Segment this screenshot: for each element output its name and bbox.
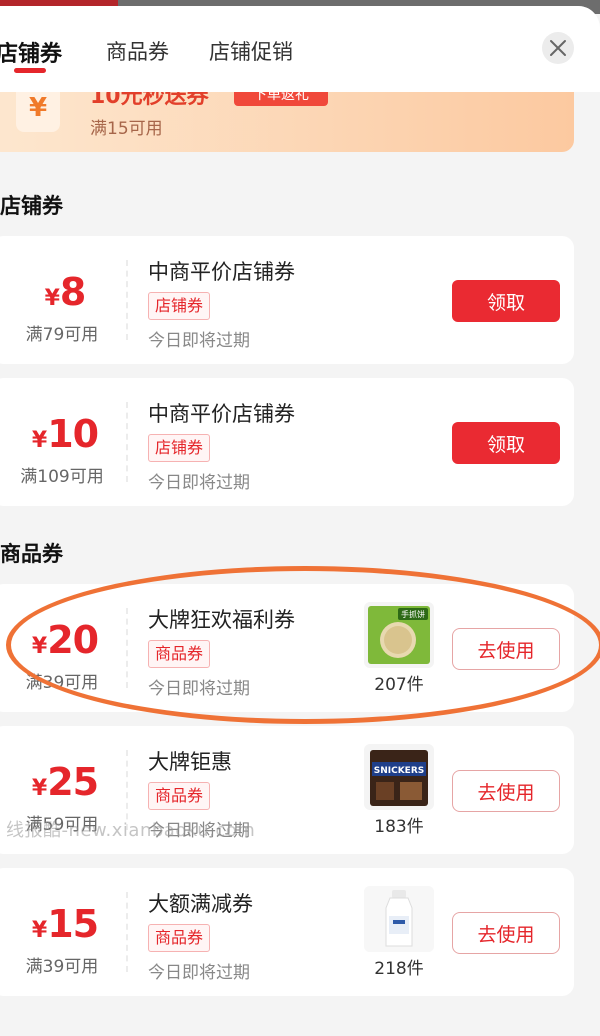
coupon-tag: 店铺券 [148, 434, 211, 462]
product-coupon-card: ¥15 满39可用 大额满减券 商品券 今日即将过期 218件 去使用 [0, 868, 574, 996]
product-label: SNICKERS [374, 766, 425, 776]
coupon-tag: 店铺券 [148, 292, 211, 320]
promo-title: 10元秒送券 [90, 92, 209, 109]
coupon-name: 中商平价店铺券 [148, 402, 295, 426]
coupon-expire: 今日即将过期 [148, 473, 250, 493]
tab-shop-promotions[interactable]: 店铺促销 [209, 36, 293, 66]
coupon-condition: 满109可用 [20, 467, 104, 487]
coupon-divider [126, 608, 128, 688]
coupon-condition: 满79可用 [25, 325, 99, 345]
hand-pancake-package-icon: 手抓饼 [368, 606, 430, 664]
product-thumbnail[interactable]: 手抓饼 [364, 602, 434, 668]
shop-coupon-card: ¥10 满109可用 中商平价店铺券 店铺券 今日即将过期 领取 [0, 378, 574, 506]
tab-product-coupons[interactable]: 商品券 [106, 36, 169, 66]
yen-coupon-icon: ¥ [16, 92, 60, 132]
product-coupon-card: ¥20 满39可用 大牌狂欢福利券 商品券 今日即将过期 手抓饼 207件 去使… [0, 584, 574, 712]
product-count: 183件 [374, 817, 424, 837]
promo-banner[interactable]: ¥ 10元秒送券 下单返礼 满15可用 [0, 92, 574, 152]
coupon-tag: 商品券 [148, 640, 211, 668]
coupon-amount: ¥10 [31, 412, 99, 456]
coupon-expire: 今日即将过期 [148, 331, 250, 351]
coupon-condition: 满39可用 [25, 673, 99, 693]
product-label: 手抓饼 [401, 609, 425, 619]
coupon-amount: ¥25 [31, 760, 99, 804]
product-count: 207件 [374, 675, 424, 695]
claim-button[interactable]: 领取 [452, 280, 560, 322]
coupon-amount: ¥8 [44, 270, 87, 314]
coupon-sheet: 店铺券 商品券 店铺促销 ¥ 10元秒送券 下单返礼 满15可用 店铺券 ¥8 … [0, 6, 600, 1036]
coupon-divider [126, 402, 128, 482]
milk-bottle-icon [364, 886, 434, 952]
coupon-divider [126, 892, 128, 972]
coupon-condition: 满39可用 [25, 957, 99, 977]
coupon-name: 大牌钜惠 [148, 750, 232, 774]
coupon-amount: ¥20 [31, 618, 99, 662]
watermark: 线报酷-new.xianbaoku.com [6, 820, 256, 841]
product-thumbnail[interactable] [364, 886, 434, 952]
coupon-amount: ¥15 [31, 902, 99, 946]
promo-badge: 下单返礼 [234, 92, 328, 106]
product-thumbnail[interactable]: SNICKERS [364, 744, 434, 810]
tab-bar: 店铺券 商品券 店铺促销 [0, 6, 600, 92]
shop-coupon-card: ¥8 满79可用 中商平价店铺券 店铺券 今日即将过期 领取 [0, 236, 574, 364]
tab-shop-coupons[interactable]: 店铺券 [0, 36, 62, 68]
coupon-divider [126, 260, 128, 340]
use-button[interactable]: 去使用 [452, 912, 560, 954]
coupon-expire: 今日即将过期 [148, 679, 250, 699]
coupon-name: 大牌狂欢福利券 [148, 608, 295, 632]
close-icon [550, 40, 566, 56]
promo-condition: 满15可用 [90, 119, 163, 139]
product-count: 218件 [374, 959, 424, 979]
active-tab-indicator [14, 68, 46, 73]
section-title-product: 商品券 [0, 542, 63, 566]
claim-button[interactable]: 领取 [452, 422, 560, 464]
snickers-bag-icon: SNICKERS [370, 750, 428, 806]
section-title-shop: 店铺券 [0, 194, 63, 218]
coupon-name: 大额满减券 [148, 892, 253, 916]
close-button[interactable] [542, 32, 574, 64]
use-button[interactable]: 去使用 [452, 770, 560, 812]
coupon-tag: 商品券 [148, 782, 211, 810]
use-button[interactable]: 去使用 [452, 628, 560, 670]
coupon-expire: 今日即将过期 [148, 963, 250, 983]
coupon-tag: 商品券 [148, 924, 211, 952]
coupon-name: 中商平价店铺券 [148, 260, 295, 284]
